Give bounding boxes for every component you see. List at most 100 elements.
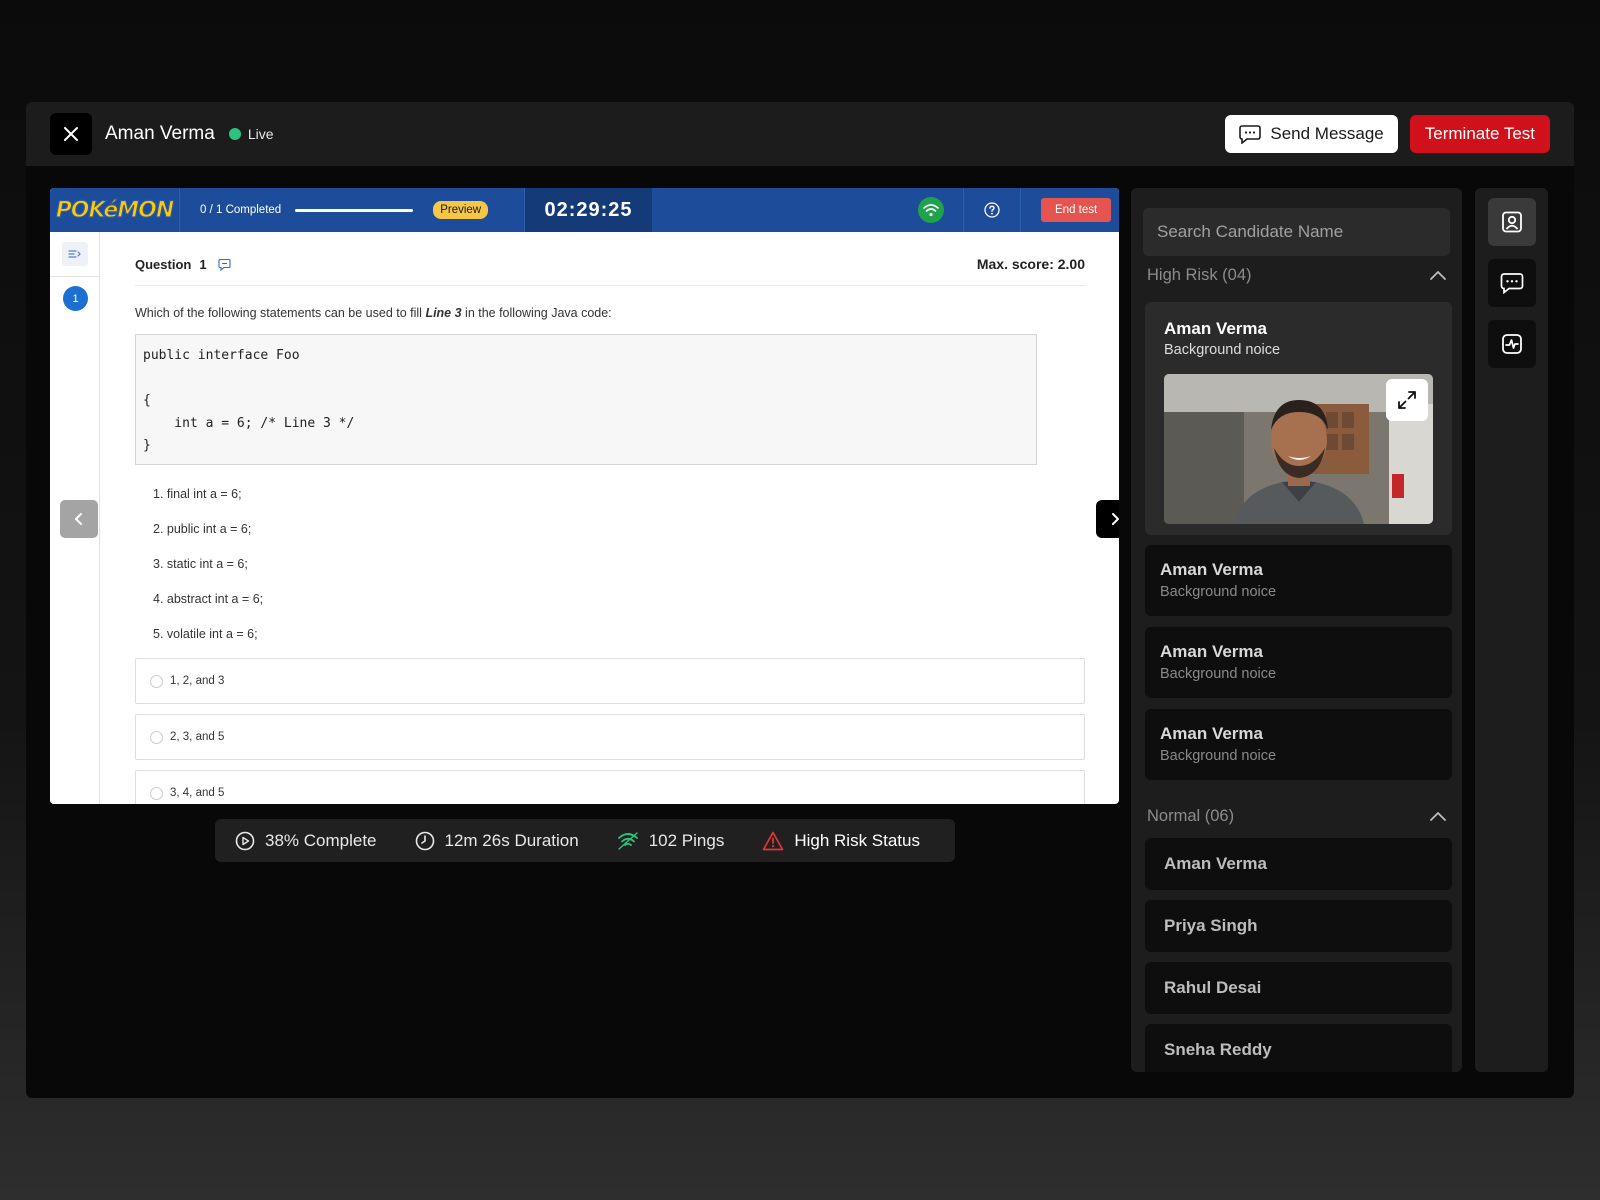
question-area: Question 1 Max. score: 2.00 Which of the…: [135, 232, 1085, 804]
candidates-view-button[interactable]: [1488, 198, 1536, 246]
divider: [135, 285, 1085, 286]
exam-header: POKéMON 0 / 1 Completed Preview 02:29:25…: [50, 188, 1119, 232]
candidate-card[interactable]: Aman Verma Background noice: [1145, 627, 1452, 698]
candidate-card-reason: Background noice: [1160, 748, 1277, 764]
candidate-video-feed: [1164, 374, 1433, 524]
candidate-card-name: Aman Verma: [1160, 642, 1263, 661]
answer-label: 2, 3, and 5: [170, 731, 225, 743]
help-icon: [984, 202, 1000, 218]
candidate-card-reason: Background noice: [1160, 666, 1277, 682]
completion-text: 38% Complete: [265, 830, 377, 850]
chevron-up-icon: [1430, 271, 1446, 280]
comment-icon: [218, 258, 231, 271]
risk-stat: High Risk Status: [762, 831, 920, 851]
statement-item: 2. public int a = 6;: [153, 521, 252, 536]
send-message-button[interactable]: Send Message: [1225, 115, 1398, 153]
brand-logo-text: POKéMON: [55, 197, 175, 223]
live-label: Live: [247, 126, 274, 142]
answer-option[interactable]: 1, 2, and 3: [135, 658, 1085, 704]
answer-option[interactable]: 3, 4, and 5: [135, 770, 1085, 804]
progress-area: 0 / 1 Completed Preview: [180, 188, 525, 232]
question-nav-item[interactable]: 1: [63, 286, 88, 311]
question-header: Question 1 Max. score: 2.00: [135, 256, 1085, 272]
answer-label: 1, 2, and 3: [170, 675, 225, 687]
normal-label: Normal (06): [1147, 807, 1235, 825]
send-message-label: Send Message: [1270, 124, 1384, 143]
candidate-card[interactable]: Aman Verma: [1145, 838, 1452, 890]
radio-button[interactable]: [150, 786, 163, 800]
pings-label: Pings: [677, 830, 725, 850]
candidate-name: Aman Verma: [105, 123, 215, 144]
progress-bar: [295, 208, 414, 212]
preview-badge: Preview: [433, 201, 489, 219]
candidate-card[interactable]: Aman Verma Background noice: [1145, 545, 1452, 616]
duration-value: 12m 26s: [444, 830, 510, 850]
user-card-icon: [1502, 211, 1522, 233]
question-text: Which of the following statements can be…: [135, 306, 612, 320]
brand-logo: POKéMON: [50, 188, 180, 232]
terminate-label: Terminate Test: [1424, 124, 1535, 143]
next-question-button[interactable]: [1096, 500, 1119, 538]
question-number: 1: [199, 256, 207, 272]
radio-button[interactable]: [150, 674, 163, 688]
header-actions: Send Message Terminate Test: [1225, 115, 1550, 153]
clock-icon: [415, 831, 434, 850]
candidate-card-name: Aman Verma: [1160, 560, 1263, 579]
live-status: Live: [228, 126, 274, 142]
right-toolbar: [1475, 188, 1548, 1072]
help-button[interactable]: [982, 200, 1002, 220]
chevron-up-icon: [1430, 812, 1446, 821]
connection-status[interactable]: [918, 197, 944, 223]
high-risk-group-header[interactable]: High Risk (04): [1147, 266, 1447, 285]
candidate-search-input[interactable]: [1143, 208, 1450, 256]
candidate-card[interactable]: Rahul Desai: [1145, 962, 1452, 1014]
normal-group-header[interactable]: Normal (06): [1147, 807, 1447, 826]
question-text-end: in the following Java code:: [461, 306, 612, 320]
pings-value: 102: [648, 830, 678, 850]
question-text-start: Which of the following statements can be…: [135, 306, 426, 320]
candidate-card[interactable]: Aman Verma Background noice: [1145, 709, 1452, 780]
wifi-icon: [923, 204, 939, 217]
expand-video-button[interactable]: [1386, 379, 1428, 421]
candidate-card-name: Aman Verma: [1160, 724, 1263, 743]
high-risk-label: High Risk (04): [1147, 266, 1252, 284]
candidate-card-reason: Background noice: [1164, 342, 1281, 358]
terminate-test-button[interactable]: Terminate Test: [1409, 115, 1550, 153]
signal-icon: [617, 831, 638, 850]
code-snippet: public interface Foo { int a = 6; /* Lin…: [135, 334, 1037, 465]
statement-item: 4. abstract int a = 6;: [153, 591, 264, 606]
previous-question-button[interactable]: [60, 500, 98, 538]
duration-stat: 12m 26s Duration: [415, 831, 579, 851]
question-text-emphasis: Line 3: [425, 306, 462, 320]
completion-stat: 38% Complete: [235, 831, 377, 851]
close-icon: [64, 127, 78, 141]
chat-icon: [1500, 273, 1524, 294]
candidate-card[interactable]: Sneha Reddy: [1145, 1024, 1452, 1072]
candidate-panel: High Risk (04) Aman Verma Background noi…: [1131, 188, 1462, 1072]
answer-label: 3, 4, and 5: [170, 787, 225, 799]
end-test-button[interactable]: End test: [1041, 198, 1112, 222]
candidate-card-reason: Background noice: [1160, 584, 1277, 600]
statement-item: 5. volatile int a = 6;: [153, 626, 258, 641]
top-bar: Aman Verma Live Send Message Terminate T…: [26, 102, 1574, 166]
radio-button[interactable]: [150, 730, 163, 744]
statement-list: 1. final int a = 6; 2. public int a = 6;…: [153, 476, 263, 651]
risk-text: High Risk Status: [794, 830, 920, 850]
close-button[interactable]: [50, 113, 92, 155]
expand-icon: [1398, 391, 1416, 409]
candidate-card[interactable]: Priya Singh: [1145, 900, 1452, 952]
comment-button[interactable]: [218, 258, 231, 271]
answer-option[interactable]: 2, 3, and 5: [135, 714, 1085, 760]
duration-label: Duration: [509, 830, 579, 850]
activity-view-button[interactable]: [1488, 320, 1536, 368]
statement-item: 1. final int a = 6;: [153, 486, 242, 501]
messages-view-button[interactable]: [1488, 259, 1536, 307]
candidate-card-expanded[interactable]: Aman Verma Background noice: [1145, 302, 1452, 535]
activity-icon: [1502, 334, 1522, 354]
rail-divider: [50, 276, 100, 277]
chevron-left-icon: [75, 513, 82, 525]
header-divider: [963, 188, 964, 232]
pings-stat: 102 Pings: [617, 830, 725, 851]
toggle-question-list-button[interactable]: [62, 242, 88, 266]
question-label: Question: [135, 256, 192, 272]
